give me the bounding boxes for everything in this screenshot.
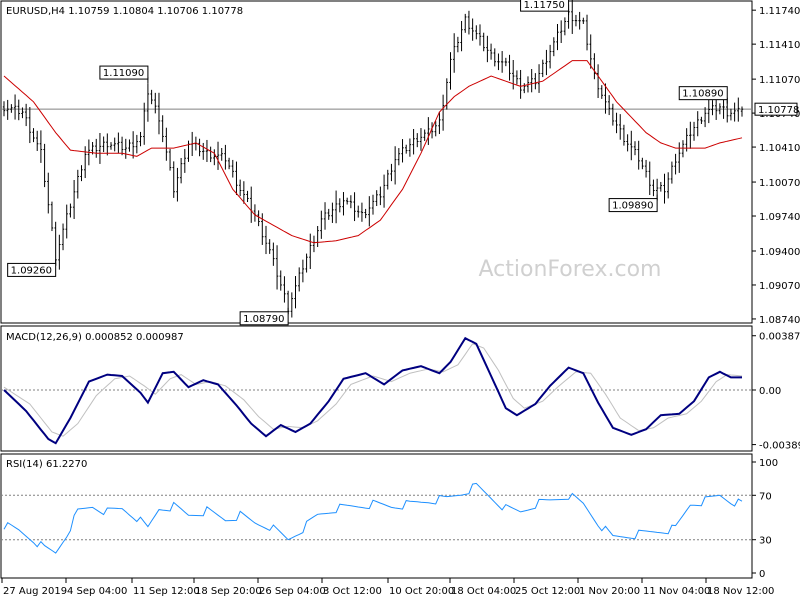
macd-tick-label: -0.003899 [759,441,800,452]
rsi-tick-label: 100 [759,458,778,469]
time-tick-label: 26 Sep 04:00 [259,586,326,597]
time-tick-label: 10 Oct 20:00 [389,586,454,597]
time-tick-label: 3 Oct 12:00 [323,586,382,597]
price-tick-label: 1.10410 [759,143,800,154]
price-tick-label: 1.09740 [759,212,800,223]
time-tick-label: 1 Nov 20:00 [579,586,640,597]
rsi-tick-label: 0 [759,569,765,580]
macd-tick-label: 0.00 [759,386,781,397]
price-tick-label: 1.09400 [759,247,800,258]
price-tick-label: 1.08740 [759,315,800,326]
time-tick-label: 11 Nov 04:00 [643,586,710,597]
macd-panel-header: MACD(12,26,9) 0.000852 0.000987 [6,332,184,343]
price-tick-label: 1.09070 [759,281,800,292]
rsi-tick-label: 30 [759,536,772,547]
time-tick-label: 25 Oct 12:00 [515,586,580,597]
price-panel-header: EURUSD,H4 1.10759 1.10804 1.10706 1.1077… [6,6,243,17]
time-tick-label: 18 Sep 20:00 [195,586,262,597]
annotation-label: 1.11750 [524,0,565,11]
annotation-label: 1.10890 [682,89,723,100]
forex-chart-window: 1.117401.114101.110701.107401.104101.100… [0,0,800,600]
annotation-label: 1.09260 [11,265,52,276]
chart-canvas: 1.117401.114101.110701.107401.104101.100… [0,0,800,600]
last-price-label: 1.10778 [758,105,799,116]
time-tick-label: 18 Oct 04:00 [451,586,516,597]
annotation-label: 1.11090 [103,68,144,79]
last-price-badge: 1.10778 [754,102,799,116]
price-tick-label: 1.10070 [759,178,800,189]
macd-tick-label: 0.003876 [759,332,800,343]
time-tick-label: 4 Sep 04:00 [67,586,127,597]
annotation-label: 1.09890 [612,201,653,212]
price-tick-label: 1.11070 [759,75,800,86]
time-tick-label: 18 Nov 12:00 [707,586,774,597]
annotation-label: 1.08790 [243,314,284,325]
price-tick-label: 1.11410 [759,40,800,51]
rsi-panel-header: RSI(14) 61.2270 [6,459,87,470]
time-tick-label: 27 Aug 2019 [3,586,67,597]
time-tick-label: 11 Sep 12:00 [133,586,200,597]
price-tick-label: 1.11740 [759,6,800,17]
rsi-tick-label: 70 [759,491,772,502]
watermark: ActionForex.com [479,257,662,282]
